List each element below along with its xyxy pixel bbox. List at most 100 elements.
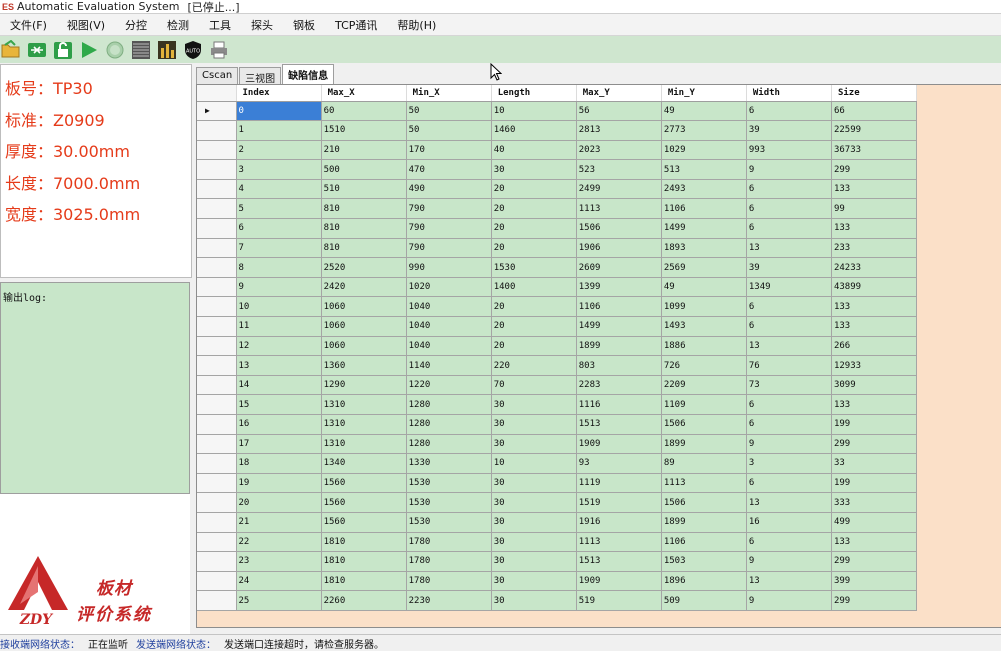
table-cell[interactable]: 17 xyxy=(236,434,322,455)
row-header[interactable] xyxy=(197,355,237,376)
column-header[interactable]: Min_X xyxy=(406,85,492,102)
table-cell[interactable]: 20 xyxy=(491,218,577,239)
table-cell[interactable]: 220 xyxy=(491,355,577,376)
table-cell[interactable]: 4 xyxy=(236,179,322,200)
column-header[interactable]: Max_Y xyxy=(576,85,662,102)
table-cell[interactable]: 6 xyxy=(746,296,832,318)
table-cell[interactable]: 266 xyxy=(831,336,918,357)
row-header[interactable] xyxy=(197,590,237,611)
table-cell[interactable]: 12 xyxy=(236,336,322,357)
connect-icon[interactable] xyxy=(26,39,48,61)
table-cell[interactable]: 2283 xyxy=(576,375,662,396)
table-cell[interactable]: 2813 xyxy=(576,120,662,141)
table-cell[interactable]: 790 xyxy=(406,198,492,220)
table-cell[interactable]: 2420 xyxy=(321,277,407,298)
table-cell[interactable]: 6 xyxy=(746,394,832,415)
table-cell[interactable]: 66 xyxy=(831,101,918,122)
menu-inspect[interactable]: 检测 xyxy=(157,17,199,33)
table-cell[interactable]: 133 xyxy=(831,296,918,318)
table-cell[interactable]: 70 xyxy=(491,375,577,396)
table-row[interactable]: 2 210 170 40 2023 1029 993 36733 xyxy=(197,140,918,161)
table-cell[interactable]: 50 xyxy=(406,120,492,141)
table-cell[interactable]: 3099 xyxy=(831,375,918,396)
table-cell[interactable]: 13 xyxy=(746,492,832,513)
table-cell[interactable]: 1310 xyxy=(321,414,407,435)
table-cell[interactable]: 1310 xyxy=(321,394,407,415)
table-cell[interactable]: 6 xyxy=(746,532,832,553)
table-cell[interactable]: 1503 xyxy=(661,551,747,572)
table-cell[interactable]: 1899 xyxy=(661,512,747,533)
table-cell[interactable]: 2499 xyxy=(576,179,662,200)
table-cell[interactable]: 50 xyxy=(406,101,492,122)
table-cell[interactable]: 470 xyxy=(406,159,492,180)
table-cell[interactable]: 40 xyxy=(491,140,577,161)
row-header[interactable] xyxy=(197,296,237,318)
table-cell[interactable]: 1399 xyxy=(576,277,662,298)
table-row[interactable]: 11 1060 1040 20 1499 1493 6 133 xyxy=(197,316,918,337)
table-cell[interactable]: 1280 xyxy=(406,434,492,455)
table-cell[interactable]: 1506 xyxy=(661,414,747,435)
table-cell[interactable]: 10 xyxy=(236,296,322,318)
table-cell[interactable]: 299 xyxy=(831,551,918,572)
table-cell[interactable]: 3 xyxy=(746,453,832,474)
table-cell[interactable]: 30 xyxy=(491,394,577,415)
table-cell[interactable]: 1220 xyxy=(406,375,492,396)
open-folder-icon[interactable] xyxy=(0,39,22,61)
table-cell[interactable]: 299 xyxy=(831,434,918,455)
table-cell[interactable]: 9 xyxy=(236,277,322,298)
table-cell[interactable]: 30 xyxy=(491,532,577,553)
table-cell[interactable]: 11 xyxy=(236,316,322,337)
table-cell[interactable]: 993 xyxy=(746,140,832,161)
table-cell[interactable]: 20 xyxy=(491,238,577,259)
table-row[interactable]: 13 1360 1140 220 803 726 76 12933 xyxy=(197,355,918,376)
table-cell[interactable]: 22599 xyxy=(831,120,918,141)
table-cell[interactable]: 6 xyxy=(236,218,322,239)
table-row[interactable]: 7 810 790 20 1906 1893 13 233 xyxy=(197,238,918,259)
menu-file[interactable]: 文件(F) xyxy=(0,17,57,33)
play-icon[interactable] xyxy=(78,39,100,61)
table-cell[interactable]: 89 xyxy=(661,453,747,474)
table-cell[interactable]: 1060 xyxy=(321,296,407,318)
table-cell[interactable]: 1513 xyxy=(576,414,662,435)
table-cell[interactable]: 6 xyxy=(746,414,832,435)
table-cell[interactable]: 49 xyxy=(661,277,747,298)
row-header[interactable] xyxy=(197,238,237,259)
table-cell[interactable]: 9 xyxy=(746,159,832,180)
table-cell[interactable]: 1106 xyxy=(661,532,747,553)
table-cell[interactable]: 1530 xyxy=(406,492,492,513)
table-cell[interactable]: 499 xyxy=(831,512,918,533)
table-cell[interactable]: 21 xyxy=(236,512,322,533)
menu-view[interactable]: 视图(V) xyxy=(57,17,115,33)
table-cell[interactable]: 803 xyxy=(576,355,662,376)
table-cell[interactable]: 2260 xyxy=(321,590,407,611)
table-row[interactable]: 17 1310 1280 30 1909 1899 9 299 xyxy=(197,434,918,455)
table-cell[interactable]: 1810 xyxy=(321,551,407,572)
table-cell[interactable]: 73 xyxy=(746,375,832,396)
table-cell[interactable]: 510 xyxy=(321,179,407,200)
table-row[interactable]: 22 1810 1780 30 1113 1106 6 133 xyxy=(197,532,918,553)
table-cell[interactable]: 133 xyxy=(831,532,918,553)
table-row[interactable]: 20 1560 1530 30 1519 1506 13 333 xyxy=(197,492,918,513)
table-cell[interactable]: 1330 xyxy=(406,453,492,474)
table-cell[interactable]: 1909 xyxy=(576,571,662,592)
table-cell[interactable]: 24233 xyxy=(831,257,918,278)
table-cell[interactable]: 1109 xyxy=(661,394,747,415)
table-cell[interactable]: 7 xyxy=(236,238,322,259)
row-header[interactable] xyxy=(197,336,237,357)
table-cell[interactable]: 210 xyxy=(321,140,407,161)
table-cell[interactable]: 133 xyxy=(831,394,918,415)
table-cell[interactable]: 299 xyxy=(831,590,918,611)
table-cell[interactable]: 1886 xyxy=(661,336,747,357)
table-cell[interactable]: 1513 xyxy=(576,551,662,572)
table-cell[interactable]: 16 xyxy=(236,414,322,435)
table-cell[interactable]: 133 xyxy=(831,316,918,337)
table-cell[interactable]: 1099 xyxy=(661,296,747,318)
menu-plate[interactable]: 钢板 xyxy=(283,17,325,33)
menu-tools[interactable]: 工具 xyxy=(199,17,241,33)
row-header[interactable] xyxy=(197,434,237,455)
table-cell[interactable]: 2493 xyxy=(661,179,747,200)
table-cell[interactable]: 1 xyxy=(236,120,322,141)
table-cell[interactable]: 1029 xyxy=(661,140,747,161)
auto-shield-icon[interactable]: AUTO xyxy=(182,39,204,61)
table-cell[interactable]: 133 xyxy=(831,218,918,239)
